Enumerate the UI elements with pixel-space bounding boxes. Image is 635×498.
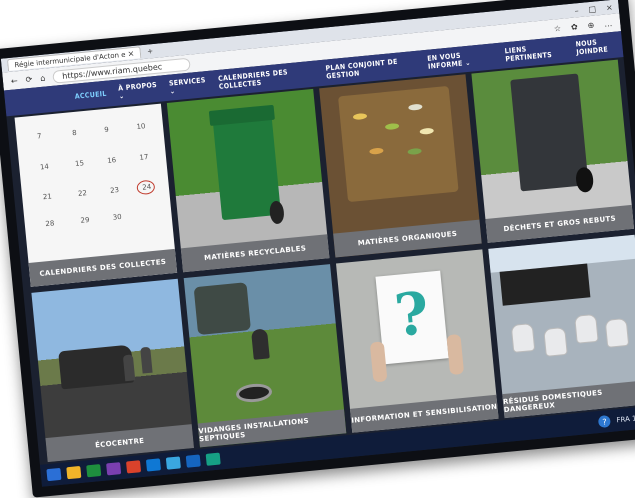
nav-item-nous-joindre[interactable]: NOUS JOINDRE (575, 36, 623, 57)
new-tab-button[interactable]: + (147, 47, 154, 56)
collections-icon[interactable]: ⊕ (587, 20, 595, 30)
app-icon[interactable] (106, 462, 122, 476)
person-figure (123, 354, 136, 382)
app-icon[interactable] (126, 460, 142, 474)
extensions-icon[interactable]: ✿ (571, 22, 579, 32)
circled-date-marker (135, 179, 156, 196)
propane-tank (510, 323, 535, 354)
compost-scrap (352, 113, 368, 121)
bin-lid (208, 104, 276, 126)
septic-tank-opening (235, 382, 273, 404)
reload-icon[interactable]: ⟳ (25, 74, 33, 84)
help-icon[interactable]: ? (598, 414, 612, 429)
compost-scrap (385, 122, 400, 130)
calendar-day: 15 (74, 158, 85, 168)
browser-toolbar: ☆ ✿ ⊕ … (553, 18, 612, 33)
home-icon[interactable]: ⌂ (40, 73, 46, 82)
nav-item-services[interactable]: SERVICES ⌄ (169, 76, 208, 95)
calendar-day: 17 (139, 152, 149, 162)
app-icon[interactable] (86, 464, 102, 478)
file-explorer-icon[interactable] (66, 465, 82, 480)
person-figure (140, 346, 153, 374)
card-ecocentre[interactable]: ÉCOCENTRE (31, 278, 195, 463)
bin-wheel (574, 166, 595, 194)
app-icon[interactable] (165, 456, 181, 470)
collection-bins-image (499, 263, 591, 306)
tray-clock[interactable]: FRA 10:11 (616, 413, 635, 424)
compost-scrap (408, 103, 423, 111)
calendar-day: 9 (103, 125, 110, 135)
more-menu-icon[interactable]: … (604, 18, 613, 28)
calendar-day: 29 (80, 216, 90, 226)
question-mark-icon: ? (391, 279, 432, 351)
minimize-icon[interactable]: – (574, 6, 579, 15)
back-icon[interactable]: ← (11, 76, 19, 86)
worker-figure (250, 328, 270, 360)
propane-tank (543, 326, 568, 357)
calendar-day: 7 (36, 132, 42, 141)
calendar-day: 8 (71, 128, 77, 138)
calendar-day: 16 (106, 155, 117, 165)
hand-right (446, 333, 465, 375)
nav-item-plan-conjoint[interactable]: PLAN CONJOINT DE GESTION (325, 56, 416, 81)
system-tray: ? FRA 10:11 (598, 411, 635, 429)
window-controls: – □ × (574, 2, 613, 15)
compost-bin-image (337, 86, 459, 202)
nav-item-liens[interactable]: LIENS PERTINENTS (504, 42, 565, 63)
nav-item-a-propos[interactable]: À PROPOS ⌄ (118, 81, 158, 101)
card-organiques[interactable]: MATIÈRES ORGANIQUES (319, 74, 482, 258)
calendar-day: 23 (109, 186, 120, 195)
card-rdd[interactable]: RÉSIDUS DOMESTIQUES DANGEREUX (488, 234, 635, 419)
propane-tank (574, 313, 600, 344)
close-window-icon[interactable]: × (606, 2, 614, 12)
nav-item-calendriers[interactable]: CALENDRIERS DES COLLECTES (218, 66, 315, 91)
service-cards-grid: 7 8 9 10 14 15 16 17 21 22 23 24 28 29 3… (14, 59, 635, 463)
close-tab-icon[interactable]: × (127, 49, 135, 59)
card-dechets[interactable]: DÉCHETS ET GROS REBUTS (471, 59, 635, 243)
edge-browser-icon[interactable] (145, 458, 162, 472)
calendar-day: 28 (45, 219, 55, 229)
favorite-star-icon[interactable]: ☆ (553, 23, 561, 33)
start-icon[interactable] (46, 467, 62, 482)
card-calendriers[interactable]: 7 8 9 10 14 15 16 17 21 22 23 24 28 29 3… (14, 103, 178, 287)
calendar-day: 14 (39, 162, 50, 172)
calendar-day: 21 (42, 192, 53, 202)
card-information[interactable]: ? INFORMATION ET SENSIBILISATION (335, 249, 499, 433)
garbage-bin-image (510, 73, 595, 194)
septic-truck-image (193, 282, 251, 335)
card-vidanges[interactable]: VIDANGES INSTALLATIONS SEPTIQUES (183, 264, 347, 448)
compost-scrap (407, 147, 423, 156)
app-icon[interactable] (185, 454, 201, 468)
propane-tank (604, 317, 629, 348)
calendar-day: 22 (77, 189, 88, 199)
green-recycling-bin-image (208, 104, 286, 225)
calendar-day: 30 (112, 213, 123, 223)
nav-item-accueil[interactable]: ACCUEIL (74, 90, 107, 101)
question-mark-sign: ? (375, 270, 449, 365)
compost-scrap (419, 127, 434, 136)
compost-scrap (369, 147, 385, 155)
car-trunk-image (57, 344, 135, 390)
app-icon[interactable] (205, 452, 221, 466)
nav-item-en-vous-informe[interactable]: EN VOUS INFORME ⌄ (427, 49, 494, 71)
monitor-photo-frame: Régie intermunicipale d'Acton e × + – □ … (0, 0, 635, 498)
bin-wheel (269, 200, 286, 225)
maximize-icon[interactable]: □ (588, 4, 596, 14)
card-recyclables[interactable]: MATIÈRES RECYCLABLES (166, 88, 330, 273)
calendar-day: 10 (136, 122, 146, 131)
